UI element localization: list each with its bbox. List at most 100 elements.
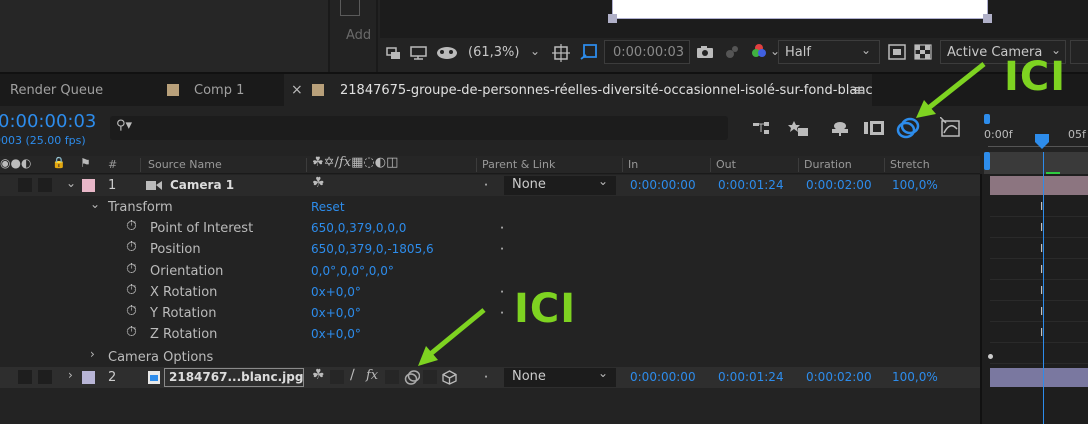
frame-blending-icon[interactable] <box>830 120 850 136</box>
transparency-grid-icon[interactable] <box>914 44 932 60</box>
frame-blend-switch[interactable] <box>385 370 399 384</box>
col-duration[interactable]: Duration <box>804 158 852 171</box>
col-stretch[interactable]: Stretch <box>890 158 930 171</box>
transform-reset[interactable]: Reset <box>311 200 345 214</box>
fx-switch-icon[interactable]: fx <box>366 368 378 383</box>
shy-switch-icon[interactable]: ☘ <box>312 367 325 383</box>
search-input[interactable]: ⚲▾ <box>110 116 728 140</box>
tab-render-queue[interactable]: Render Queue <box>0 74 150 108</box>
region-of-interest-icon[interactable] <box>580 43 598 61</box>
monitor-icon[interactable] <box>410 46 428 60</box>
layer-name-field[interactable]: 2184767...blanc.jpg <box>164 368 304 387</box>
layer-row-image[interactable]: › 2 2184767...blanc.jpg ☘ ∕ fx ٠ None ⌄ … <box>0 366 980 388</box>
views-select[interactable] <box>1070 40 1088 64</box>
stopwatch-icon[interactable]: ⏱ <box>126 239 137 255</box>
layer-duration[interactable]: 0:00:02:00 <box>806 178 872 192</box>
layer-stretch[interactable]: 100,0% <box>892 178 938 192</box>
depth-of-field-icon[interactable] <box>896 117 920 139</box>
keyframe-marker[interactable]: I <box>1040 305 1043 318</box>
layer-in[interactable]: 0:00:00:00 <box>630 370 696 384</box>
close-icon[interactable]: × <box>291 82 303 98</box>
shy-layers-icon[interactable] <box>788 118 810 138</box>
zoom-level[interactable]: (61,3%) <box>468 45 519 60</box>
frame-handle[interactable] <box>983 14 992 23</box>
pick-whip-icon[interactable]: ٠ <box>498 303 506 321</box>
col-num[interactable]: # <box>108 158 117 171</box>
label-color-swatch[interactable] <box>82 371 95 384</box>
chevron-right-icon[interactable]: › <box>68 368 73 382</box>
fast-preview-icon[interactable] <box>888 44 906 60</box>
chevron-right-icon[interactable]: › <box>90 347 95 361</box>
stopwatch-icon[interactable]: ⏱ <box>126 282 137 298</box>
stopwatch-icon[interactable]: ⏱ <box>126 303 137 319</box>
property-value[interactable]: 0,0°,0,0°,0,0° <box>311 264 394 278</box>
chevron-down-icon[interactable]: ⌄ <box>90 197 100 211</box>
transform-group[interactable]: ⌄ Transform Reset <box>0 197 980 218</box>
frame-handle[interactable] <box>608 14 617 23</box>
camera-snapshot-icon[interactable] <box>696 45 714 59</box>
shy-switch-icon[interactable]: ☘ <box>312 175 325 191</box>
layer-name[interactable]: Camera 1 <box>170 178 234 192</box>
property-value[interactable]: 650,0,379,0,0,0 <box>311 221 406 235</box>
pick-whip-icon[interactable]: ٠ <box>482 175 490 193</box>
layer-in[interactable]: 0:00:00:00 <box>630 178 696 192</box>
timeline-ruler[interactable]: 0:00f 05f <box>980 106 1088 156</box>
solo-switch[interactable] <box>38 178 52 192</box>
col-in[interactable]: In <box>628 158 638 171</box>
snapshot-icon[interactable] <box>386 46 402 60</box>
show-snapshot-icon[interactable] <box>724 44 740 60</box>
draft-3d-icon[interactable] <box>752 120 772 136</box>
label-color-swatch[interactable] <box>82 179 95 192</box>
pick-whip-icon[interactable]: ٠ <box>498 282 506 300</box>
motion-blur-icon[interactable] <box>864 119 886 137</box>
timecode-field[interactable]: 0:00:00:03 <box>604 40 690 64</box>
depth-of-field-switch-icon[interactable] <box>404 370 420 385</box>
pick-whip-icon[interactable]: ٠ <box>498 218 506 236</box>
graph-editor-icon[interactable] <box>940 117 962 139</box>
video-switch[interactable] <box>18 178 32 192</box>
pick-whip-icon[interactable]: ٠ <box>498 239 506 257</box>
stopwatch-icon[interactable]: ⏱ <box>126 324 137 340</box>
parent-select[interactable]: None ⌄ <box>504 366 616 387</box>
keyframe-marker[interactable]: I <box>1040 326 1043 339</box>
layer-out[interactable]: 0:00:01:24 <box>718 370 784 384</box>
chevron-down-icon[interactable]: ⌄ <box>530 44 540 58</box>
panel-checkbox[interactable] <box>340 0 360 16</box>
quality-switch-icon[interactable]: ∕ <box>350 367 355 383</box>
chevron-down-icon[interactable]: ⌄ <box>66 176 76 190</box>
stopwatch-icon[interactable]: ⏱ <box>126 218 137 234</box>
pick-whip-icon[interactable]: ٠ <box>482 367 490 385</box>
collapse-switch[interactable] <box>330 370 344 384</box>
layer-out[interactable]: 0:00:01:24 <box>718 178 784 192</box>
tab-comp-1[interactable]: Comp 1 <box>160 74 280 108</box>
solo-switch[interactable] <box>38 370 52 384</box>
layer-row-camera[interactable]: ⌄ 1 Camera 1 ☘ ٠ None ⌄ 0:00:00:00 0:00:… <box>0 174 980 196</box>
channel-rgb-icon[interactable] <box>750 42 768 60</box>
resolution-select[interactable]: Half ⌄ <box>778 40 880 64</box>
layer-bar-image[interactable] <box>990 368 1088 387</box>
col-out[interactable]: Out <box>716 158 736 171</box>
keyframe-marker[interactable]: I <box>1040 200 1043 213</box>
keyframe-marker[interactable]: I <box>1040 242 1043 255</box>
keyframe-marker[interactable]: I <box>1040 284 1043 297</box>
work-area-bar[interactable] <box>984 152 990 170</box>
video-switch[interactable] <box>18 370 32 384</box>
current-time[interactable]: 0:00:00:03 <box>0 111 96 132</box>
col-source-name[interactable]: Source Name <box>148 158 222 171</box>
property-value[interactable]: 0x+0,0° <box>311 285 361 299</box>
3d-layer-icon[interactable] <box>442 370 457 385</box>
panel-menu-icon[interactable]: ≡ <box>852 81 865 99</box>
keyframe-dot[interactable] <box>988 354 993 359</box>
grid-guides-icon[interactable] <box>552 44 570 62</box>
layer-bar-camera[interactable] <box>990 176 1088 195</box>
keyframe-marker[interactable]: I <box>1040 221 1043 234</box>
playhead-handle[interactable] <box>1034 134 1050 150</box>
property-value[interactable]: 0x+0,0° <box>311 327 361 341</box>
property-value[interactable]: 650,0,379,0,-1805,6 <box>311 242 434 256</box>
layer-duration[interactable]: 0:00:02:00 <box>806 370 872 384</box>
layer-stretch[interactable]: 100,0% <box>892 370 938 384</box>
adjustment-switch[interactable] <box>423 370 437 384</box>
property-value[interactable]: 0x+0,0° <box>311 306 361 320</box>
col-parent-link[interactable]: Parent & Link <box>482 158 555 171</box>
parent-select[interactable]: None ⌄ <box>504 174 616 195</box>
